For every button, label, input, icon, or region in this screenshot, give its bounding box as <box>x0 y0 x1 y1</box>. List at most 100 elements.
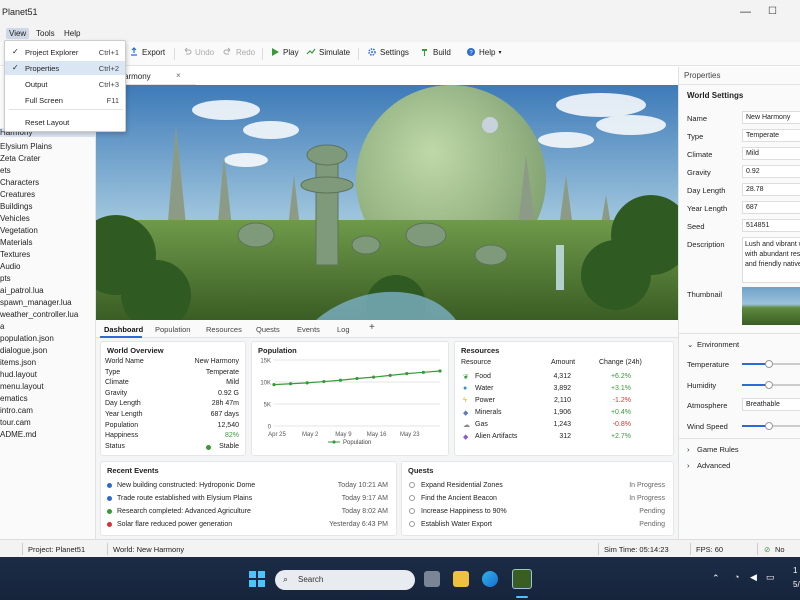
divider <box>107 543 108 555</box>
wind-speed-slider[interactable] <box>742 422 800 430</box>
status-dot-icon <box>206 444 211 450</box>
tab-resources[interactable]: Resources <box>206 325 242 334</box>
temperature-slider[interactable] <box>742 360 800 368</box>
atmosphere-select[interactable]: Breathable <box>742 398 800 411</box>
menu-tools[interactable]: Tools <box>33 28 58 39</box>
sidebar-item[interactable]: ets <box>0 166 11 175</box>
event-dot-icon <box>107 483 112 488</box>
wind-speed-label: Wind Speed <box>687 422 728 431</box>
sidebar-item[interactable]: Creatures <box>0 190 35 199</box>
menu-view[interactable]: View <box>6 28 30 39</box>
property-input[interactable]: 514851 <box>742 219 800 232</box>
sidebar-item[interactable]: spawn_manager.lua <box>0 298 72 307</box>
export-button[interactable]: Export <box>129 47 165 57</box>
scene-viewport[interactable] <box>96 85 678 320</box>
property-label: Seed <box>687 222 705 231</box>
quest-checkbox[interactable] <box>409 482 415 488</box>
menu-item[interactable]: ✓ Properties Ctrl+2 <box>5 61 125 75</box>
sidebar-item[interactable]: ai_patrol.lua <box>0 286 44 295</box>
sidebar-item[interactable]: Textures <box>0 250 30 259</box>
tab-events[interactable]: Events <box>297 325 320 334</box>
sidebar-item[interactable]: Vehicles <box>0 214 30 223</box>
sidebar-item[interactable]: Materials <box>0 238 32 247</box>
play-button[interactable]: Play <box>270 47 299 57</box>
clock-time[interactable]: 1 <box>793 566 797 575</box>
sidebar-item[interactable]: Zeta Crater <box>0 154 40 163</box>
quest-checkbox[interactable] <box>409 521 415 527</box>
sidebar-item[interactable]: population.json <box>0 334 54 343</box>
clock-date[interactable]: 5/ <box>793 580 800 589</box>
game-rules-label: Game Rules <box>697 445 739 454</box>
property-label: Day Length <box>687 186 726 195</box>
battery-icon[interactable]: ▭ <box>766 572 775 583</box>
chevron-right-icon: › <box>687 461 690 470</box>
build-button[interactable]: Build <box>420 47 451 57</box>
tab-quests[interactable]: Quests <box>256 325 280 334</box>
sidebar-item[interactable]: Buildings <box>0 202 32 211</box>
volume-icon[interactable]: ◀ <box>750 572 757 583</box>
property-row: Type Temperate <box>687 129 800 142</box>
task-view-icon[interactable] <box>424 571 440 587</box>
help-button[interactable]: ? Help ▾ <box>466 47 501 57</box>
menu-item[interactable]: Output Ctrl+3 <box>5 77 125 91</box>
tab-population[interactable]: Population <box>155 325 190 334</box>
amount-column-header: Amount <box>551 359 576 366</box>
edge-browser-icon[interactable] <box>482 571 498 587</box>
event-dot-icon <box>107 509 112 514</box>
quest-checkbox[interactable] <box>409 508 415 514</box>
menu-item[interactable]: ✓ Project Explorer Ctrl+1 <box>5 45 125 59</box>
humidity-slider[interactable] <box>742 381 800 389</box>
help-icon: ? <box>467 48 475 57</box>
sidebar-item[interactable]: Elysium Plains <box>0 142 52 151</box>
x-tick-label: May 16 <box>367 432 387 438</box>
sidebar-item[interactable]: items.json <box>0 358 36 367</box>
description-field[interactable]: Lush and vibrant w with abundant res and… <box>742 237 800 283</box>
recent-events-title: Recent Events <box>107 466 159 475</box>
resource-name: Minerals <box>475 409 502 416</box>
quest-checkbox[interactable] <box>409 495 415 501</box>
menu-help[interactable]: Help <box>61 28 83 39</box>
undo-button[interactable]: Undo <box>182 47 214 57</box>
redo-button[interactable]: Redo <box>223 47 255 57</box>
property-input[interactable]: 687 <box>742 201 800 214</box>
start-button[interactable] <box>249 571 265 587</box>
sidebar-item[interactable]: menu.layout <box>0 382 44 391</box>
overview-key: Population <box>105 421 139 429</box>
sidebar-item[interactable]: hud.layout <box>0 370 37 379</box>
sidebar-item[interactable]: ADME.md <box>0 430 36 439</box>
sidebar-item[interactable]: intro.cam <box>0 406 33 415</box>
taskbar-search[interactable]: ⌕ Search <box>275 570 415 590</box>
planet-app-icon[interactable] <box>512 569 532 589</box>
property-input[interactable]: 0.92 <box>742 165 800 178</box>
property-input[interactable]: 28.78 <box>742 183 800 196</box>
settings-button[interactable]: Settings <box>367 47 409 57</box>
sidebar-item[interactable]: Characters <box>0 178 39 187</box>
file-explorer-icon[interactable] <box>453 571 469 587</box>
add-tab-button[interactable]: + <box>369 322 375 333</box>
property-input[interactable]: New Harmony <box>742 111 800 124</box>
sidebar-item[interactable]: dialogue.json <box>0 346 47 355</box>
tab-log[interactable]: Log <box>337 325 350 334</box>
menu-item[interactable]: Full Screen F11 <box>5 93 125 107</box>
minimize-button[interactable]: — <box>740 6 751 18</box>
property-input[interactable]: Temperate <box>742 129 800 142</box>
sidebar-item[interactable]: Audio <box>0 262 20 271</box>
sidebar-item[interactable]: tour.cam <box>0 418 31 427</box>
advanced-label: Advanced <box>697 461 731 470</box>
close-icon[interactable]: × <box>176 71 181 80</box>
menu-item[interactable]: Reset Layout <box>5 115 125 129</box>
sidebar-item[interactable]: weather_controller.lua <box>0 310 78 319</box>
thumbnail-image[interactable] <box>742 287 800 325</box>
sidebar-item[interactable]: a <box>0 322 4 331</box>
resource-column-header: Resource <box>461 359 491 366</box>
sidebar-item[interactable]: pts <box>0 274 11 283</box>
overview-value: Stable <box>219 442 239 450</box>
property-input[interactable]: Mild <box>742 147 800 160</box>
maximize-button[interactable]: ☐ <box>768 6 777 17</box>
chevron-up-icon[interactable]: ⌃ <box>712 573 720 584</box>
tab-dashboard[interactable]: Dashboard <box>104 325 143 334</box>
sidebar-item[interactable]: ematics <box>0 394 28 403</box>
simulate-button[interactable]: Simulate <box>306 47 350 57</box>
sidebar-item[interactable]: Vegetation <box>0 226 38 235</box>
wifi-icon[interactable]: ◔ <box>734 572 739 582</box>
